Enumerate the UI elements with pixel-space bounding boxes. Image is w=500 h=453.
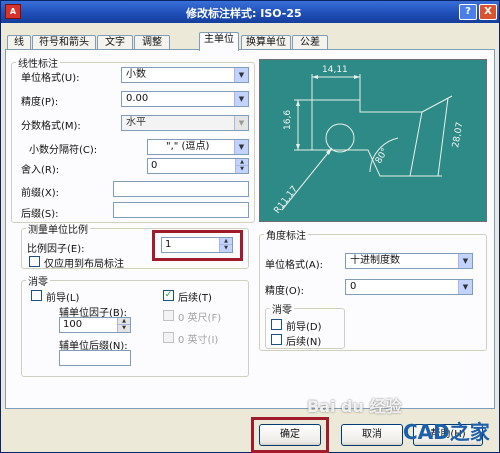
trailing-zero-label: 后续(T) (178, 293, 212, 304)
layout-only-checkbox[interactable] (29, 256, 40, 267)
round-off-value: 0 (151, 160, 158, 171)
decimal-separator-select[interactable]: "," (逗点) ▼ (147, 139, 249, 155)
tab-primary-units[interactable]: 主单位 (199, 32, 239, 51)
zero-inches-label: 0 英寸(I) (178, 335, 219, 346)
chevron-down-icon[interactable]: ▼ (234, 116, 248, 130)
angular-precision-value: 0 (350, 281, 357, 292)
decimal-separator-value: "," (逗点) (166, 141, 210, 152)
zero-feet-label: 0 英尺(F) (178, 313, 222, 324)
angular-unit-format-select[interactable]: 十进制度数 ▼ (345, 253, 473, 269)
zero-feet-checkbox[interactable] (163, 310, 174, 321)
round-off-label: 舍入(R): (21, 165, 60, 176)
decimal-separator-label: 小数分隔符(C): (29, 145, 98, 156)
angular-trailing-zero-label: 后续(N) (286, 337, 322, 348)
part-hole-shape (325, 123, 355, 153)
tab-lines[interactable]: 线 (7, 35, 31, 50)
prefix-input[interactable] (113, 181, 249, 197)
dimension-preview: 14,11 16,6 28,07 80° R11,17 (259, 59, 487, 222)
arrow-head (296, 144, 300, 150)
scale-factor-label: 比例因子(E): (27, 244, 85, 255)
sub-unit-suffix-input[interactable] (59, 350, 131, 366)
chevron-down-icon[interactable]: ▼ (458, 254, 472, 268)
trailing-zero-checkbox[interactable]: ✓ (163, 290, 174, 301)
prefix-label: 前缀(X): (21, 188, 60, 199)
angular-precision-select[interactable]: 0 ▼ (345, 279, 473, 295)
spin-up-icon[interactable]: ▲ (236, 159, 248, 166)
zero-suppression-angular-legend: 消零 (272, 305, 292, 316)
angular-unit-format-label: 单位格式(A): (265, 260, 324, 271)
angular-dimensions-legend: 角度标注 (266, 231, 306, 242)
scale-factor-highlight (152, 230, 243, 261)
preview-label-right: 28,07 (451, 121, 465, 148)
preview-label-top: 14,11 (322, 65, 348, 75)
sub-unit-factor-value: 100 (63, 319, 83, 330)
arrow-head (312, 75, 318, 79)
title-help-button[interactable]: ? (459, 4, 477, 20)
precision-select[interactable]: 0.00 ▼ (121, 91, 249, 107)
preview-label-left: 16,6 (283, 110, 293, 130)
round-off-input[interactable]: 0 ▲ ▼ (147, 158, 249, 174)
suffix-label: 后缀(S): (21, 209, 59, 220)
fraction-format-label: 分数格式(M): (21, 121, 81, 132)
chevron-down-icon[interactable]: ▼ (234, 92, 248, 106)
cancel-button[interactable]: 取消 (341, 424, 403, 446)
arrow-head (296, 100, 300, 106)
preview-label-radius: R11,17 (272, 184, 300, 215)
angular-precision-label: 精度(O): (265, 286, 305, 297)
tab-symbols-arrows[interactable]: 符号和箭头 (32, 35, 96, 50)
dialog-window: A 修改标注样式: ISO-25 ? X 线 符号和箭头 文字 调整 主单位 换… (0, 0, 500, 453)
title-bar[interactable]: A 修改标注样式: ISO-25 ? X (1, 1, 499, 23)
arrow-head (354, 75, 360, 79)
fraction-format-select[interactable]: 水平 ▼ (121, 115, 249, 131)
linear-dimensions-legend: 线性标注 (18, 59, 58, 70)
spin-down-icon[interactable]: ▼ (236, 166, 248, 173)
right-dimension-line (437, 97, 449, 177)
part-outline-shape (311, 99, 423, 177)
zero-inches-checkbox[interactable] (163, 332, 174, 343)
spin-up-icon[interactable]: ▲ (118, 318, 130, 325)
spin-down-icon[interactable]: ▼ (118, 325, 130, 332)
unit-format-value: 小数 (126, 69, 146, 80)
tab-text[interactable]: 文字 (97, 35, 133, 50)
tab-fit[interactable]: 调整 (134, 35, 170, 50)
fraction-format-value: 水平 (126, 117, 146, 128)
close-button[interactable]: X (479, 4, 497, 20)
tab-tolerances[interactable]: 公差 (292, 35, 328, 50)
sub-unit-factor-input[interactable]: 100 ▲ ▼ (59, 317, 131, 333)
leading-zero-checkbox[interactable] (31, 290, 42, 301)
baidu-watermark: Bai du 经验 (307, 397, 402, 416)
precision-value: 0.00 (126, 93, 149, 104)
round-off-spinner[interactable]: ▲ ▼ (235, 159, 248, 173)
precision-label: 精度(P): (21, 97, 59, 108)
tab-alternate-units[interactable]: 换算单位 (241, 35, 291, 50)
sub-unit-factor-spinner[interactable]: ▲ ▼ (117, 318, 130, 332)
chevron-down-icon[interactable]: ▼ (234, 140, 248, 154)
leading-zero-label: 前导(L) (46, 293, 80, 304)
angular-trailing-zero-checkbox[interactable] (271, 334, 282, 345)
ok-button-highlight (251, 417, 329, 453)
unit-format-label: 单位格式(U): (21, 73, 80, 84)
cad-home-watermark: CAD之家 (403, 420, 490, 444)
layout-only-label: 仅应用到布局标注 (44, 259, 124, 270)
preview-label-angle: 80° (374, 147, 391, 166)
measurement-scale-legend: 测量单位比例 (28, 225, 88, 236)
window-title: 修改标注样式: ISO-25 (186, 7, 302, 20)
angular-leading-zero-checkbox[interactable] (271, 319, 282, 330)
chevron-down-icon[interactable]: ▼ (458, 280, 472, 294)
suffix-input[interactable] (113, 202, 249, 218)
unit-format-select[interactable]: 小数 ▼ (121, 67, 249, 83)
angular-leading-zero-label: 前导(D) (286, 322, 322, 333)
zero-suppression-linear-legend: 消零 (28, 277, 48, 288)
angular-unit-format-value: 十进制度数 (350, 255, 400, 266)
preview-drawing: 14,11 16,6 28,07 80° R11,17 (272, 65, 465, 216)
autocad-app-icon: A (5, 4, 21, 19)
chevron-down-icon[interactable]: ▼ (234, 68, 248, 82)
